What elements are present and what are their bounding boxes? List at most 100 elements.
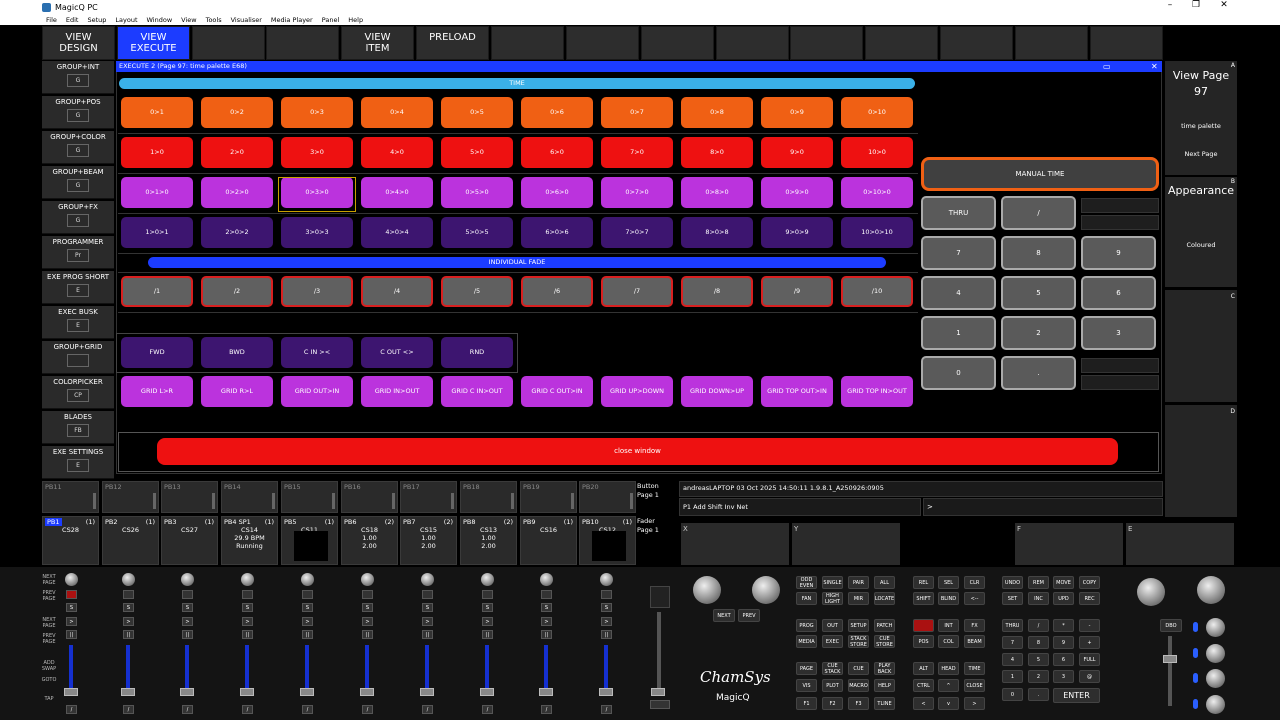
console-key-a-0-0[interactable]: ODD EVEN — [796, 576, 817, 589]
fader-knob-0[interactable] — [65, 573, 78, 586]
console-key-a-4-3[interactable]: PLAY BACK — [874, 662, 895, 675]
row-grid-4[interactable]: GRID C IN>OUT — [441, 376, 513, 407]
top-button-5[interactable]: PRELOAD — [416, 26, 489, 60]
fader-slash-key-5[interactable]: / — [362, 705, 373, 714]
console-key-c-1-2[interactable]: UPD — [1053, 592, 1074, 605]
keypad-key-4-1[interactable]: . — [1001, 356, 1076, 390]
top-button-8[interactable] — [641, 26, 714, 60]
command-prompt-input[interactable]: > — [923, 498, 1163, 516]
console-key-b-4-2[interactable]: TIME — [964, 662, 985, 675]
fader-slash-key-7[interactable]: / — [482, 705, 493, 714]
console-key-b-3-1[interactable]: COL — [938, 635, 959, 648]
row-grid-7[interactable]: GRID DOWN>UP — [681, 376, 753, 407]
fader-slash-key-0[interactable]: / — [66, 705, 77, 714]
fader-red-key-5[interactable] — [362, 590, 373, 599]
fader-go-key-3[interactable]: > — [242, 617, 253, 626]
small-encoder-0[interactable] — [1206, 618, 1225, 637]
row-time-off-7[interactable]: 8>0 — [681, 137, 753, 168]
console-key-b-3-2[interactable]: BEAM — [964, 635, 985, 648]
encoder-1[interactable]: Y — [792, 523, 900, 565]
fader-red-key-9[interactable] — [601, 590, 612, 599]
encoder-wheel-2[interactable] — [1137, 578, 1165, 606]
fader-go-key-8[interactable]: > — [541, 617, 552, 626]
row-fade-6[interactable]: /7 — [601, 276, 673, 307]
close-icon[interactable]: ✕ — [1210, 0, 1238, 10]
fader-go-key-2[interactable]: > — [182, 617, 193, 626]
menu-edit[interactable]: Edit — [66, 16, 79, 24]
menu-file[interactable]: File — [46, 16, 57, 24]
console-key-a-3-0[interactable]: MEDIA — [796, 635, 817, 648]
row-time-off-8[interactable]: 9>0 — [761, 137, 833, 168]
console-side-label-3[interactable]: PREV PAGE — [39, 633, 59, 645]
playback-button-11[interactable]: PB11 — [42, 481, 99, 513]
fader-2[interactable]: PB2 (1) CS26 — [102, 516, 159, 565]
minimize-icon[interactable]: – — [1156, 0, 1184, 10]
fader-pause-key-7[interactable]: || — [482, 630, 493, 639]
top-button-4[interactable]: VIEW ITEM — [341, 26, 414, 60]
fader-3[interactable]: PB3 (1) CS27 — [161, 516, 218, 565]
row-time-off-on-4[interactable]: 5>0>5 — [441, 217, 513, 248]
row-fade-9[interactable]: /10 — [841, 276, 913, 307]
manual-time-header[interactable]: MANUAL TIME — [921, 157, 1159, 191]
fader-pause-key-6[interactable]: || — [422, 630, 433, 639]
next-page-label[interactable]: Next Page — [1165, 150, 1237, 158]
console-key-b-6-1[interactable]: v — [938, 697, 959, 710]
menu-help[interactable]: Help — [348, 16, 363, 24]
left-button-5[interactable]: PROGRAMMER Pr — [42, 236, 114, 269]
console-key-b-1-1[interactable]: BLIND — [938, 592, 959, 605]
row-time-off-on-3[interactable]: 4>0>4 — [361, 217, 433, 248]
row-grid-9[interactable]: GRID TOP IN>OUT — [841, 376, 913, 407]
row-time-off-1[interactable]: 2>0 — [201, 137, 273, 168]
top-button-11[interactable] — [865, 26, 938, 60]
console-key-a-5-2[interactable]: MACRO — [848, 679, 869, 692]
console-key-b-5-1[interactable]: ^ — [938, 679, 959, 692]
console-key-a-6-0[interactable]: F1 — [796, 697, 817, 710]
window-close-icon[interactable]: ✕ — [1151, 61, 1158, 72]
console-side-label-4[interactable]: ADD SWAP — [39, 660, 59, 672]
left-button-2[interactable]: GROUP+COLOR G — [42, 131, 114, 164]
keypad-key-3-0[interactable]: 1 — [921, 316, 996, 350]
row-grid-6[interactable]: GRID UP>DOWN — [601, 376, 673, 407]
fader-knob-3[interactable] — [241, 573, 254, 586]
console-key-a-5-1[interactable]: PLOT — [822, 679, 843, 692]
top-button-13[interactable] — [1015, 26, 1088, 60]
console-key-a-6-3[interactable]: TLINE — [874, 697, 895, 710]
top-button-0[interactable]: VIEW DESIGN — [42, 26, 115, 60]
playback-button-13[interactable]: PB13 — [161, 481, 218, 513]
fader-go-key-4[interactable]: > — [302, 617, 313, 626]
row-time-off-6[interactable]: 7>0 — [601, 137, 673, 168]
console-key-c-3-0[interactable]: 7 — [1002, 636, 1023, 649]
fader-knob-1[interactable] — [122, 573, 135, 586]
playback-button-19[interactable]: PB19 — [520, 481, 577, 513]
row-fade-5[interactable]: /6 — [521, 276, 593, 307]
console-key-c-0-2[interactable]: MOVE — [1053, 576, 1074, 589]
encoder-0[interactable]: X — [681, 523, 789, 565]
console-key-b-0-0[interactable]: REL — [913, 576, 934, 589]
console-key-b-0-2[interactable]: CLR — [964, 576, 985, 589]
keypad-key-1-1[interactable]: 8 — [1001, 236, 1076, 270]
row-time-off-on-2[interactable]: 3>0>3 — [281, 217, 353, 248]
fader-pause-key-0[interactable]: || — [66, 630, 77, 639]
encoder-wheel-1[interactable] — [752, 576, 780, 604]
fader-cap-6[interactable] — [420, 688, 434, 696]
fader-red-key-8[interactable] — [541, 590, 552, 599]
console-key-c-6-1[interactable]: . — [1028, 688, 1049, 701]
fader-s-key-6[interactable]: S — [422, 603, 433, 612]
row-time-on-off-7[interactable]: 0>8>0 — [681, 177, 753, 208]
top-button-2[interactable] — [192, 26, 265, 60]
row-fade-7[interactable]: /8 — [681, 276, 753, 307]
fader-s-key-2[interactable]: S — [182, 603, 193, 612]
console-key-b-2-1[interactable]: INT — [938, 619, 959, 632]
playback-button-16[interactable]: PB16 — [341, 481, 398, 513]
close-window-button[interactable]: close window — [157, 438, 1118, 465]
console-key-a-1-2[interactable]: MIR — [848, 592, 869, 605]
left-button-3[interactable]: GROUP+BEAM G — [42, 166, 114, 199]
fader-slash-key-9[interactable]: / — [601, 705, 612, 714]
console-key-c-6-2[interactable]: ENTER — [1053, 688, 1100, 703]
menu-media-player[interactable]: Media Player — [271, 16, 313, 24]
fader-red-key-1[interactable] — [123, 590, 134, 599]
console-key-c-1-3[interactable]: REC — [1079, 592, 1100, 605]
row-fade-0[interactable]: /1 — [121, 276, 193, 307]
fader-go-key-6[interactable]: > — [422, 617, 433, 626]
fader-go-key-7[interactable]: > — [482, 617, 493, 626]
